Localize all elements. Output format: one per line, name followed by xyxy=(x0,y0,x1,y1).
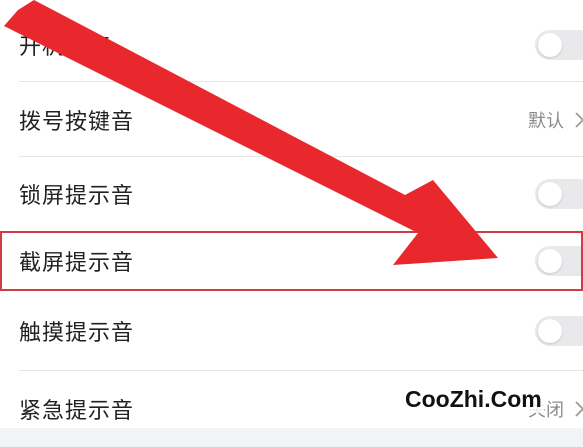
touch-sound-toggle[interactable] xyxy=(535,316,583,346)
toggle-knob xyxy=(538,182,562,206)
settings-list: 开机铃声 拨号按键音 默认 锁屏提示音 截屏提示音 触摸提示音 紧急提示音 关闭 xyxy=(0,0,583,428)
setting-label: 触摸提示音 xyxy=(19,321,135,346)
chevron-right-icon xyxy=(574,400,583,418)
dial-key-sound-value: 默认 xyxy=(528,110,564,132)
chevron-right-icon xyxy=(574,111,583,129)
setting-label: 拨号按键音 xyxy=(19,109,135,135)
watermark: CooZhi.Com xyxy=(403,386,544,413)
setting-row-touch-sound[interactable]: 触摸提示音 xyxy=(0,291,583,371)
setting-label: 锁屏提示音 xyxy=(19,184,135,209)
setting-label: 紧急提示音 xyxy=(19,399,135,424)
setting-label: 截屏提示音 xyxy=(19,251,135,276)
lock-screen-sound-toggle[interactable] xyxy=(535,179,583,209)
toggle-knob xyxy=(538,33,562,57)
setting-row-dial-key-sound[interactable]: 拨号按键音 默认 xyxy=(0,82,583,157)
toggle-knob xyxy=(538,319,562,343)
setting-label: 开机铃声 xyxy=(19,35,112,60)
screenshot-sound-toggle[interactable] xyxy=(535,246,583,276)
setting-row-screenshot-sound[interactable]: 截屏提示音 xyxy=(0,231,583,291)
sound-settings-screen: 开机铃声 拨号按键音 默认 锁屏提示音 截屏提示音 触摸提示音 紧急提示音 关闭… xyxy=(0,0,583,428)
toggle-knob xyxy=(538,249,562,273)
setting-row-boot-sound[interactable]: 开机铃声 xyxy=(0,8,583,82)
boot-sound-toggle[interactable] xyxy=(535,30,583,60)
setting-row-lock-screen-sound[interactable]: 锁屏提示音 xyxy=(0,157,583,231)
